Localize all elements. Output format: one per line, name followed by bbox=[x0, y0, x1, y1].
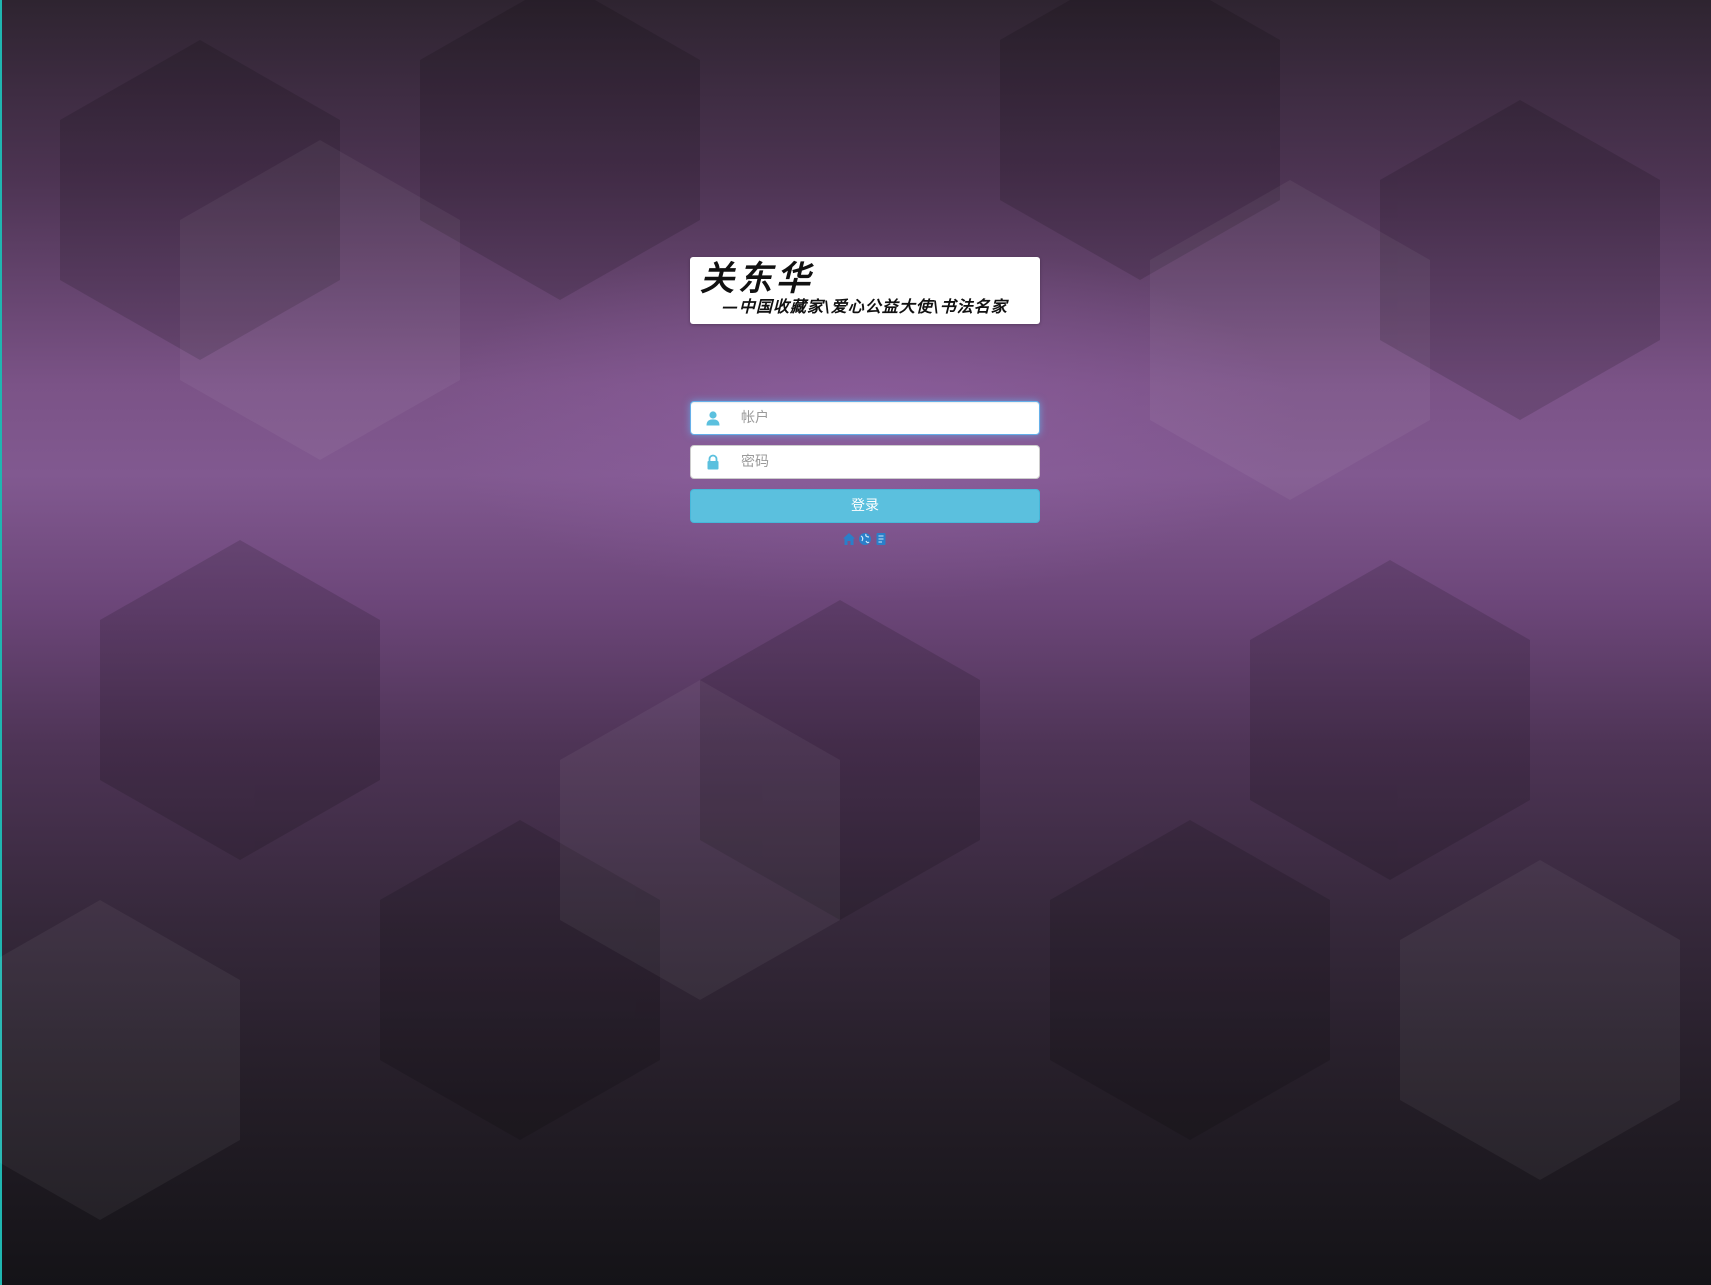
logo-name: 关东华 bbox=[700, 259, 814, 299]
logo-banner: 关东华 —中国收藏家\爱心公益大使\书法名家 bbox=[690, 257, 1040, 324]
globe-icon bbox=[859, 533, 871, 545]
document-icon bbox=[876, 533, 886, 545]
background-hexagon-pattern bbox=[0, 0, 1680, 1220]
quick-links bbox=[690, 532, 1040, 548]
account-input[interactable] bbox=[741, 402, 1031, 434]
login-form: 登录 bbox=[690, 401, 1040, 548]
document-link[interactable] bbox=[874, 532, 888, 546]
globe-link[interactable] bbox=[858, 532, 872, 546]
login-panel: 关东华 —中国收藏家\爱心公益大使\书法名家 登录 bbox=[690, 257, 1040, 548]
password-input[interactable] bbox=[741, 446, 1031, 478]
password-field[interactable] bbox=[690, 445, 1040, 479]
account-field[interactable] bbox=[690, 401, 1040, 435]
home-link[interactable] bbox=[842, 532, 856, 546]
login-button[interactable]: 登录 bbox=[690, 489, 1040, 523]
lock-icon bbox=[707, 454, 719, 470]
logo-tagline: —中国收藏家\爱心公益大使\书法名家 bbox=[722, 297, 1008, 316]
user-icon bbox=[706, 411, 720, 426]
home-icon bbox=[843, 533, 855, 545]
